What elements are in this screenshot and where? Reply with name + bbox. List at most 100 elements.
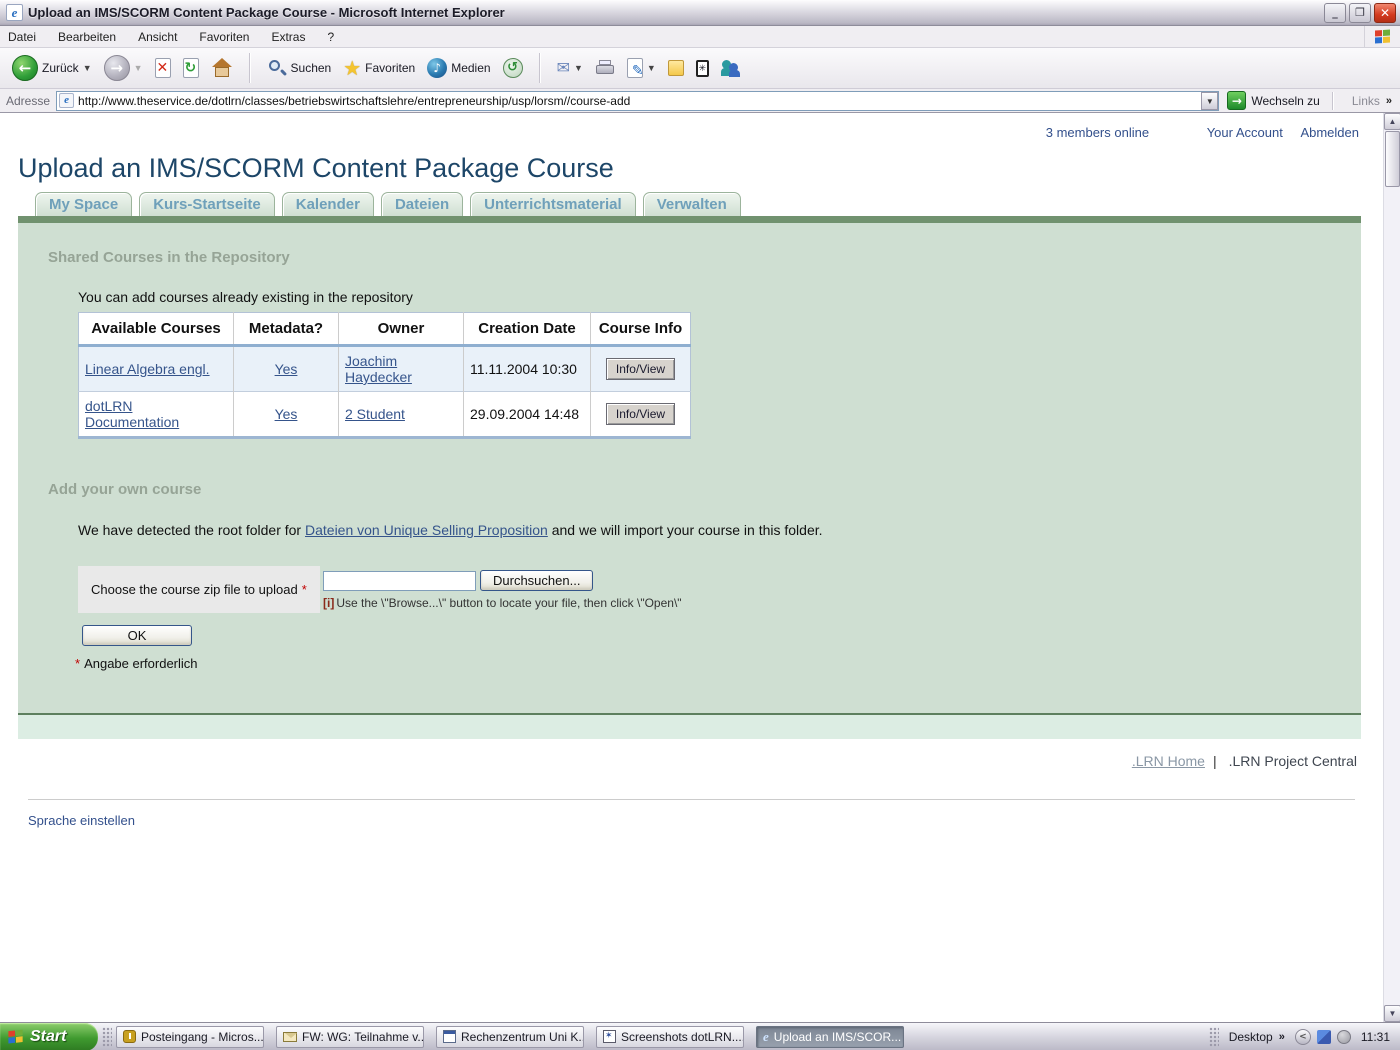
- address-input-box: e ▼: [56, 91, 1219, 111]
- scrollbar-thumb[interactable]: [1385, 131, 1400, 187]
- your-account-link[interactable]: Your Account: [1207, 125, 1283, 140]
- ie-page-icon: e: [6, 4, 23, 21]
- members-online-text: 3 members online: [1046, 125, 1149, 140]
- menu-favoriten[interactable]: Favoriten: [199, 30, 249, 44]
- taskbar-button-rechenzentrum[interactable]: Rechenzentrum Uni K...: [436, 1026, 584, 1048]
- messenger-button[interactable]: ✳: [692, 58, 713, 79]
- back-icon: ←: [12, 55, 38, 81]
- mail-dropdown-icon[interactable]: ▼: [574, 63, 583, 73]
- info-view-button[interactable]: Info/View: [606, 403, 675, 425]
- minimize-button[interactable]: _: [1324, 3, 1346, 23]
- home-button[interactable]: [207, 56, 237, 80]
- taskbar-button-outlook[interactable]: Posteingang - Micros...: [116, 1026, 264, 1048]
- desktop-chevron-icon[interactable]: »: [1279, 1031, 1285, 1043]
- discuss-button[interactable]: [664, 58, 688, 78]
- go-button[interactable]: → Wechseln zu: [1223, 91, 1323, 110]
- tray-network-icon[interactable]: [1317, 1030, 1331, 1044]
- links-label[interactable]: Links: [1352, 94, 1380, 108]
- forward-icon: →: [104, 55, 130, 81]
- back-label: Zurück: [42, 61, 79, 75]
- root-folder-sentence: We have detected the root folder for Dat…: [78, 522, 1361, 538]
- vertical-scrollbar[interactable]: ▲ ▼: [1383, 113, 1400, 1022]
- search-button[interactable]: Suchen: [263, 56, 336, 80]
- window-title: Upload an IMS/SCORM Content Package Cour…: [28, 5, 1321, 20]
- footer-rule: [28, 799, 1355, 800]
- forward-dropdown-icon: ▼: [134, 63, 143, 73]
- owner-link[interactable]: Joachim Haydecker: [345, 353, 412, 385]
- tab-kalender[interactable]: Kalender: [282, 192, 374, 216]
- desktop-toolbar-label[interactable]: Desktop: [1229, 1030, 1273, 1044]
- scroll-up-icon[interactable]: ▲: [1384, 113, 1400, 130]
- forward-button[interactable]: → ▼: [100, 53, 147, 83]
- tab-unterrichtsmaterial[interactable]: Unterrichtsmaterial: [470, 192, 636, 216]
- address-input[interactable]: [78, 94, 1201, 108]
- start-windows-flag-icon: [8, 1029, 23, 1044]
- restore-button[interactable]: ❐: [1349, 3, 1371, 23]
- upload-field-label: Choose the course zip file to upload *: [78, 566, 320, 613]
- required-note-text: Angabe erforderlich: [84, 656, 197, 671]
- tab-kurs-startseite[interactable]: Kurs-Startseite: [139, 192, 275, 216]
- stop-button[interactable]: ✕: [151, 56, 175, 80]
- info-view-button[interactable]: Info/View: [606, 358, 675, 380]
- tray-update-icon[interactable]: [1337, 1030, 1351, 1044]
- content-panel: Shared Courses in the Repository You can…: [18, 223, 1361, 715]
- upload-field-column: Durchsuchen... [i]Use the \"Browse...\" …: [323, 566, 682, 610]
- menu-extras[interactable]: Extras: [271, 30, 305, 44]
- taskbar-button-screenshots[interactable]: Screenshots dotLRN....: [596, 1026, 744, 1048]
- metadata-link[interactable]: Yes: [275, 361, 298, 377]
- edit-button[interactable]: ✎ ▼: [623, 56, 660, 80]
- taskbar-button-mail[interactable]: FW: WG: Teilnahme v...: [276, 1026, 424, 1048]
- close-button[interactable]: ✕: [1374, 3, 1396, 23]
- mail-button[interactable]: ✉ ▼: [553, 56, 587, 80]
- shared-courses-heading: Shared Courses in the Repository: [48, 249, 1361, 266]
- browse-button[interactable]: Durchsuchen...: [480, 570, 593, 591]
- scroll-down-icon[interactable]: ▼: [1384, 1005, 1400, 1022]
- course-link[interactable]: dotLRN Documentation: [85, 398, 179, 430]
- links-chevron-icon[interactable]: »: [1386, 95, 1392, 107]
- edit-icon: ✎: [627, 58, 643, 78]
- edit-dropdown-icon[interactable]: ▼: [647, 63, 656, 73]
- history-button[interactable]: ↺: [499, 56, 527, 80]
- back-button[interactable]: ← Zurück ▼: [8, 53, 96, 83]
- tray-grip[interactable]: [1209, 1027, 1219, 1047]
- required-asterisk: *: [75, 656, 80, 671]
- language-link[interactable]: Sprache einstellen: [28, 813, 1383, 828]
- tab-verwalten[interactable]: Verwalten: [643, 192, 741, 216]
- search-label: Suchen: [291, 61, 332, 75]
- favorites-star-icon: ★: [343, 56, 361, 81]
- menu-ansicht[interactable]: Ansicht: [138, 30, 177, 44]
- browser-viewport: 3 members online Your Account Abmelden U…: [0, 113, 1400, 1022]
- ok-button[interactable]: OK: [82, 625, 192, 646]
- add-course-heading: Add your own course: [48, 481, 1361, 498]
- portal-tabs: My Space Kurs-Startseite Kalender Dateie…: [35, 191, 1383, 216]
- menu-bearbeiten[interactable]: Bearbeiten: [58, 30, 116, 44]
- back-dropdown-icon[interactable]: ▼: [83, 63, 92, 73]
- start-button[interactable]: Start: [0, 1023, 98, 1050]
- tray-collapse-icon[interactable]: <: [1295, 1029, 1311, 1045]
- course-link[interactable]: Linear Algebra engl.: [85, 361, 210, 377]
- owner-link[interactable]: 2 Student: [345, 406, 405, 422]
- refresh-button[interactable]: ↻: [179, 56, 203, 80]
- file-path-input[interactable]: [323, 571, 476, 591]
- menu-hilfe[interactable]: ?: [327, 30, 334, 44]
- refresh-icon: ↻: [183, 58, 199, 78]
- msn-button[interactable]: [717, 57, 745, 79]
- media-label: Medien: [451, 61, 490, 75]
- favorites-button[interactable]: ★ Favoriten: [339, 54, 419, 83]
- menu-datei[interactable]: Datei: [8, 30, 36, 44]
- lrn-home-link[interactable]: .LRN Home: [1132, 753, 1205, 769]
- address-dropdown-icon[interactable]: ▼: [1201, 92, 1218, 110]
- col-header-available-courses: Available Courses: [79, 313, 234, 346]
- footer-separator: |: [1213, 753, 1217, 769]
- media-button[interactable]: ♪ Medien: [423, 56, 494, 80]
- tab-dateien[interactable]: Dateien: [381, 192, 463, 216]
- print-button[interactable]: [591, 58, 619, 78]
- logout-link[interactable]: Abmelden: [1300, 125, 1359, 140]
- col-header-creation-date: Creation Date: [464, 313, 591, 346]
- metadata-link[interactable]: Yes: [275, 406, 298, 422]
- root-folder-link[interactable]: Dateien von Unique Selling Proposition: [305, 522, 548, 538]
- taskbar-grip[interactable]: [102, 1027, 112, 1047]
- address-bar: Adresse e ▼ → Wechseln zu Links »: [0, 89, 1400, 113]
- taskbar-button-upload-active[interactable]: e Upload an IMS/SCOR...: [756, 1026, 904, 1048]
- tab-my-space[interactable]: My Space: [35, 192, 132, 216]
